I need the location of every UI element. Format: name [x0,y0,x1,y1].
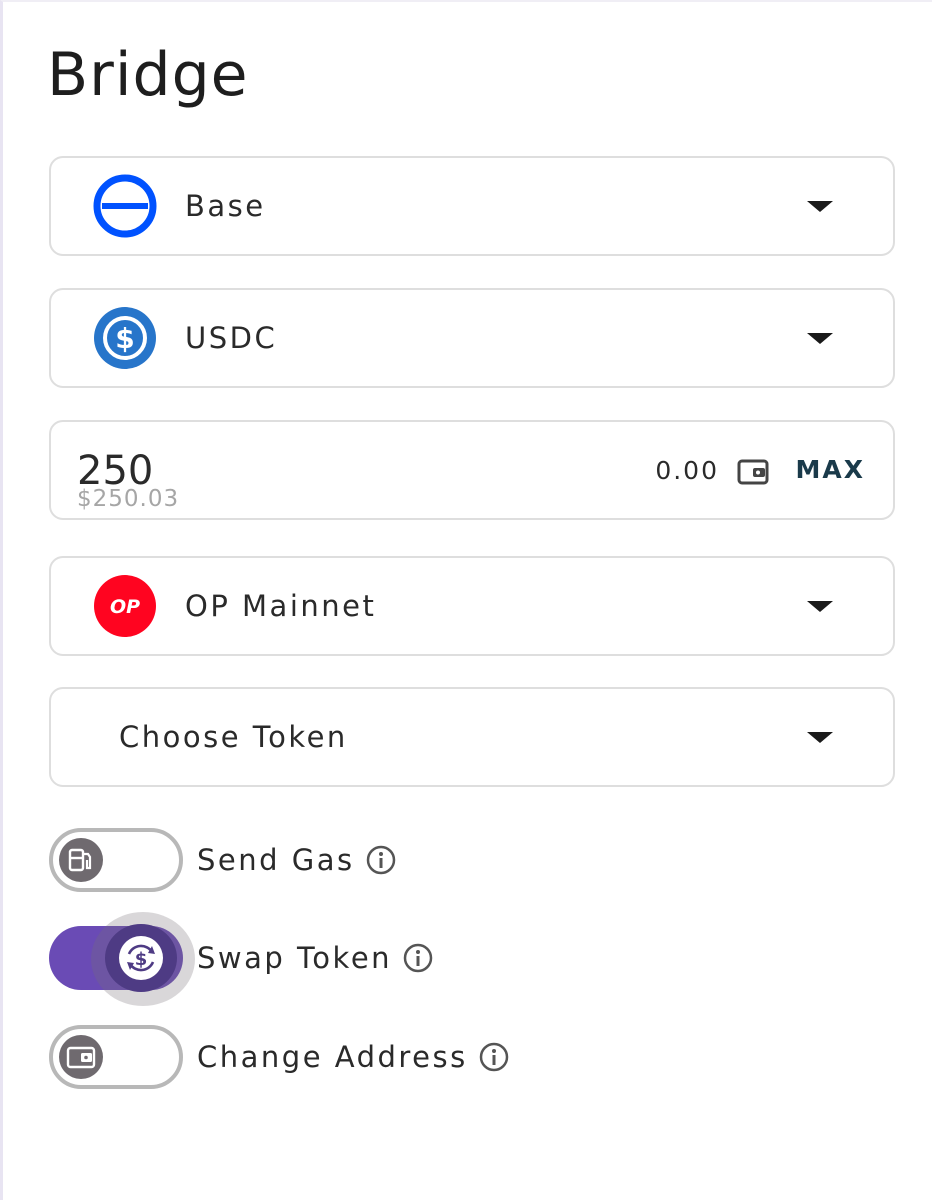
amount-input[interactable]: 250 $250.03 0.00 MAX [49,420,895,520]
info-icon[interactable] [365,844,397,876]
to-chain-label: OP Mainnet [185,589,377,623]
wallet-icon [737,458,769,486]
info-icon[interactable] [402,942,434,974]
swap-token-row: $ Swap Token [49,912,649,1006]
from-chain-label: Base [185,189,266,223]
chevron-down-icon [807,333,833,344]
svg-text:$: $ [115,322,134,355]
gas-pump-icon [68,848,92,872]
send-gas-toggle[interactable] [49,828,183,892]
toggle-knob [59,1035,103,1079]
to-token-select[interactable]: Choose Token [49,687,895,787]
page-title: Bridge [47,40,249,110]
base-logo-icon [93,174,157,238]
toggle-knob: $ [105,924,177,992]
wallet-icon [66,1046,96,1069]
op-logo-icon: OP [93,574,157,638]
to-chain-select[interactable]: OP OP Mainnet [49,556,895,656]
amount-usd-value: $250.03 [77,486,180,512]
toggle-knob [59,838,103,882]
svg-text:$: $ [135,949,148,970]
bridge-page: Bridge Base $ USDC 250 $250.03 0.00 MAX … [0,0,932,1200]
change-address-toggle[interactable] [49,1025,183,1089]
max-button[interactable]: MAX [795,455,865,484]
chevron-down-icon [807,201,833,212]
wallet-balance: 0.00 [655,456,719,485]
send-gas-row: Send Gas [49,828,649,892]
info-icon[interactable] [478,1041,510,1073]
send-gas-label: Send Gas [197,843,355,877]
from-token-label: USDC [185,321,278,355]
from-chain-select[interactable]: Base [49,156,895,256]
chevron-down-icon [807,601,833,612]
swap-currency-icon: $ [119,936,163,980]
usdc-logo-icon: $ [93,306,157,370]
from-token-select[interactable]: $ USDC [49,288,895,388]
change-address-label: Change Address [197,1040,468,1074]
swap-token-toggle[interactable]: $ [49,912,195,1006]
to-token-label: Choose Token [119,720,348,754]
swap-token-label: Swap Token [197,941,393,975]
change-address-row: Change Address [49,1025,649,1089]
chevron-down-icon [807,732,833,743]
op-logo-text: OP [110,596,140,618]
